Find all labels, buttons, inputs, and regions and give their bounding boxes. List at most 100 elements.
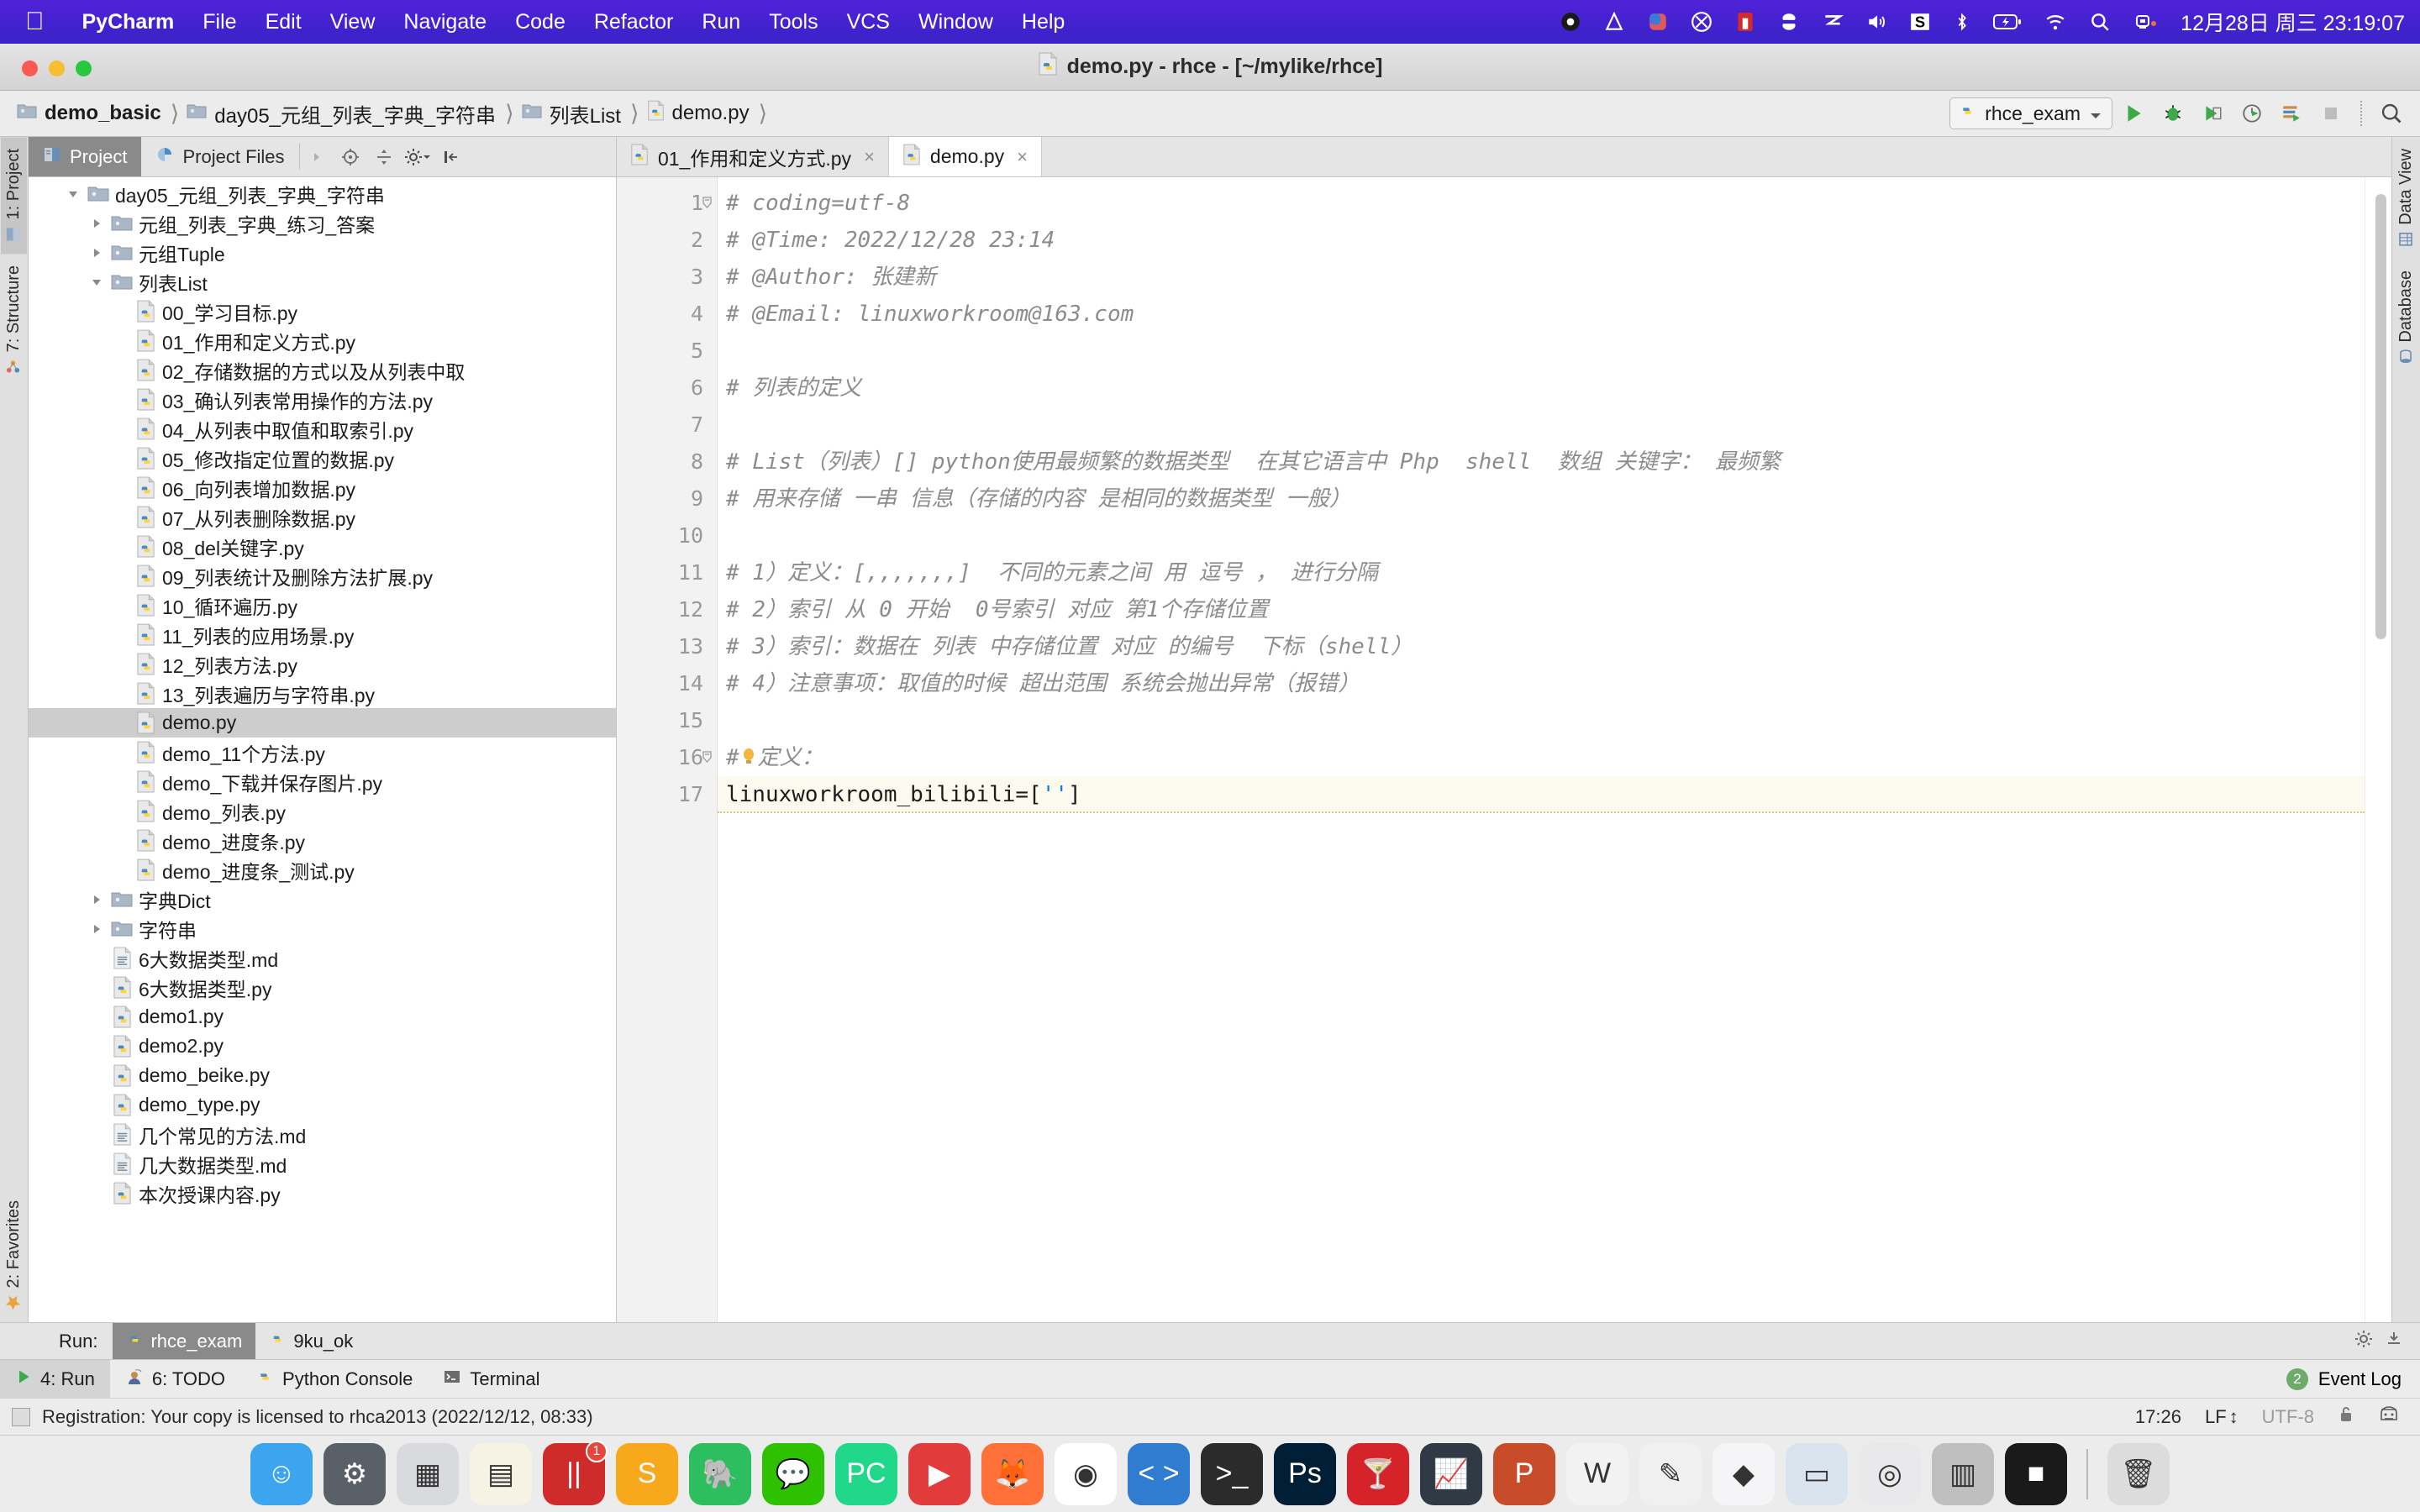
chevron-right-icon[interactable] — [84, 893, 109, 906]
bottom-tab-terminal[interactable]: Terminal — [428, 1360, 555, 1398]
dock-item-handbrake[interactable]: 🍸 — [1347, 1442, 1409, 1505]
breadcrumb-item-list[interactable]: 列表List — [522, 99, 623, 129]
code-line[interactable]: # @Author: 张建新 — [718, 259, 2365, 296]
tree-row[interactable]: demo2.py — [29, 1032, 616, 1061]
tree-row[interactable]: demo_11个方法.py — [29, 738, 616, 767]
breadcrumb-item-demo-basic[interactable]: demo_basic — [17, 102, 163, 125]
close-icon[interactable]: × — [864, 146, 875, 168]
tree-row[interactable]: 字符串 — [29, 914, 616, 943]
dock-item-trash[interactable]: 🗑 — [2107, 1442, 2170, 1505]
menu-file[interactable]: File — [188, 10, 250, 34]
dock-item-dark-window[interactable]: ■ — [2005, 1442, 2067, 1505]
tree-row[interactable]: 04_从列表中取值和取索引.py — [29, 414, 616, 444]
editor-tab-01[interactable]: 01_作用和定义方式.py × — [617, 137, 889, 176]
dock-item-markdown-editor[interactable]: ✎ — [1639, 1442, 1702, 1505]
tree-row[interactable]: 02_存储数据的方式以及从列表中取 — [29, 355, 616, 385]
spotlight-search-icon[interactable] — [2089, 11, 2111, 33]
line-number[interactable]: 11 — [617, 554, 717, 591]
profile-icon[interactable] — [2233, 97, 2270, 130]
line-number[interactable]: 4 — [617, 296, 717, 333]
code-line[interactable] — [718, 333, 2365, 370]
tree-row[interactable]: 06_向列表增加数据.py — [29, 473, 616, 502]
tree-row[interactable]: day05_元组_列表_字典_字符串 — [29, 179, 616, 208]
minimize-window-button[interactable] — [49, 60, 65, 76]
code-fold-icon[interactable] — [698, 748, 715, 769]
code-line[interactable] — [718, 407, 2365, 444]
line-number[interactable]: 2 — [617, 222, 717, 259]
parallels-icon[interactable] — [1734, 11, 1756, 33]
tree-row[interactable]: 本次授课内容.py — [29, 1179, 616, 1208]
code-line[interactable]: linuxworkroom_bilibili=[''] — [718, 776, 2365, 813]
sidebar-item-favorites[interactable]: 2: Favorites — [1, 1189, 27, 1322]
tree-row[interactable]: 12_列表方法.py — [29, 649, 616, 679]
run-with-console-icon[interactable] — [2273, 97, 2310, 130]
dock-item-terminal[interactable]: >_ — [1201, 1442, 1263, 1505]
close-icon[interactable]: × — [1017, 146, 1028, 168]
dock-item-powerpoint[interactable]: P — [1493, 1442, 1555, 1505]
dock-item-parallels[interactable]: || 1 — [543, 1440, 608, 1505]
dock-item-preview[interactable]: ◎ — [1859, 1442, 1921, 1505]
code-line[interactable]: # 4）注意事项：取值的时候 超出范围 系统会抛出异常（报错） — [718, 665, 2365, 702]
code-line[interactable]: # 列表的定义 — [718, 370, 2365, 407]
code-line[interactable]: # @Time: 2022/12/28 23:14 — [718, 222, 2365, 259]
tree-row[interactable]: 00_学习目标.py — [29, 297, 616, 326]
line-number[interactable]: 14 — [617, 665, 717, 702]
menu-vcs[interactable]: VCS — [833, 10, 904, 34]
tree-row[interactable]: 几个常见的方法.md — [29, 1120, 616, 1149]
inspection-face-icon[interactable] — [2378, 1404, 2400, 1430]
line-number[interactable]: 8 — [617, 444, 717, 480]
dock-item-pycharm[interactable]: PC — [835, 1442, 897, 1505]
gear-icon[interactable] — [401, 137, 434, 176]
line-number[interactable]: 13 — [617, 628, 717, 665]
dock-item-evernote[interactable]: 🐘 — [689, 1442, 751, 1505]
dock-item-screenshot-tool[interactable]: ▭ — [1786, 1442, 1848, 1505]
line-number[interactable]: 7 — [617, 407, 717, 444]
tree-row[interactable]: 字典Dict — [29, 885, 616, 914]
line-number[interactable]: 12 — [617, 591, 717, 628]
menu-pycharm[interactable]: PyCharm — [68, 10, 189, 34]
menu-navigate[interactable]: Navigate — [389, 10, 501, 34]
chevron-right-icon[interactable] — [84, 246, 109, 260]
scrollbar-thumb[interactable] — [2375, 194, 2386, 639]
line-number[interactable]: 5 — [617, 333, 717, 370]
bottom-tab-todo[interactable]: 6: TODO — [110, 1360, 240, 1398]
tree-row[interactable]: demo_进度条_测试.py — [29, 855, 616, 885]
bartender-icon[interactable] — [1691, 11, 1712, 33]
control-center-icon[interactable] — [2133, 11, 2158, 33]
code-line[interactable]: # List（列表）[] python使用最频繁的数据类型 在其它语言中 Php… — [718, 444, 2365, 480]
dock-item-system-preferences[interactable]: ⚙ — [324, 1442, 386, 1505]
tree-row[interactable]: demo.py — [29, 708, 616, 738]
dock-item-photoshop[interactable]: Ps — [1274, 1442, 1336, 1505]
code-line[interactable] — [718, 702, 2365, 739]
dock-item-launchpad[interactable]: ▦ — [397, 1442, 459, 1505]
intention-bulb-icon[interactable] — [739, 742, 758, 779]
apple-icon[interactable]:  — [25, 9, 45, 34]
battery-sensor-icon[interactable] — [1778, 11, 1800, 33]
bottom-tab-python-console[interactable]: Python Console — [240, 1360, 428, 1398]
dock-item-chrome[interactable]: ◉ — [1055, 1442, 1117, 1505]
collapse-all-icon[interactable] — [367, 137, 401, 176]
tree-row[interactable]: 05_修改指定位置的数据.py — [29, 444, 616, 473]
tree-row[interactable]: 03_确认列表常用操作的方法.py — [29, 385, 616, 414]
dock-item-iina[interactable]: ▶ — [908, 1442, 971, 1505]
file-encoding[interactable]: UTF-8 — [2262, 1406, 2314, 1428]
tree-row[interactable]: 11_列表的应用场景.py — [29, 620, 616, 649]
cleanmymac-icon[interactable] — [1647, 11, 1669, 33]
tab-project-files[interactable]: Project Files — [141, 137, 298, 176]
sidebar-item-project[interactable]: 1: Project — [1, 137, 27, 255]
menu-tools[interactable]: Tools — [755, 10, 832, 34]
code-line[interactable]: # 3）索引：数据在 列表 中存储位置 对应 的编号 下标（shell） — [718, 628, 2365, 665]
chevron-down-icon[interactable] — [84, 276, 109, 289]
dock-item-vscode[interactable]: < > — [1128, 1442, 1190, 1505]
code-fold-icon[interactable] — [698, 194, 715, 215]
dock-item-notes[interactable]: ▤ — [470, 1442, 532, 1505]
line-separator[interactable]: LF ↕ — [2205, 1406, 2238, 1428]
menu-help[interactable]: Help — [1007, 10, 1079, 34]
dock-item-sublime-text[interactable]: S — [616, 1442, 678, 1505]
line-number[interactable]: 15 — [617, 702, 717, 739]
menu-edit[interactable]: Edit — [251, 10, 316, 34]
code-line[interactable]: # coding=utf-8 — [718, 185, 2365, 222]
coverage-icon[interactable] — [2194, 97, 2231, 130]
line-number[interactable]: 9 — [617, 480, 717, 517]
code-line[interactable]: # 定义： — [718, 739, 2365, 776]
